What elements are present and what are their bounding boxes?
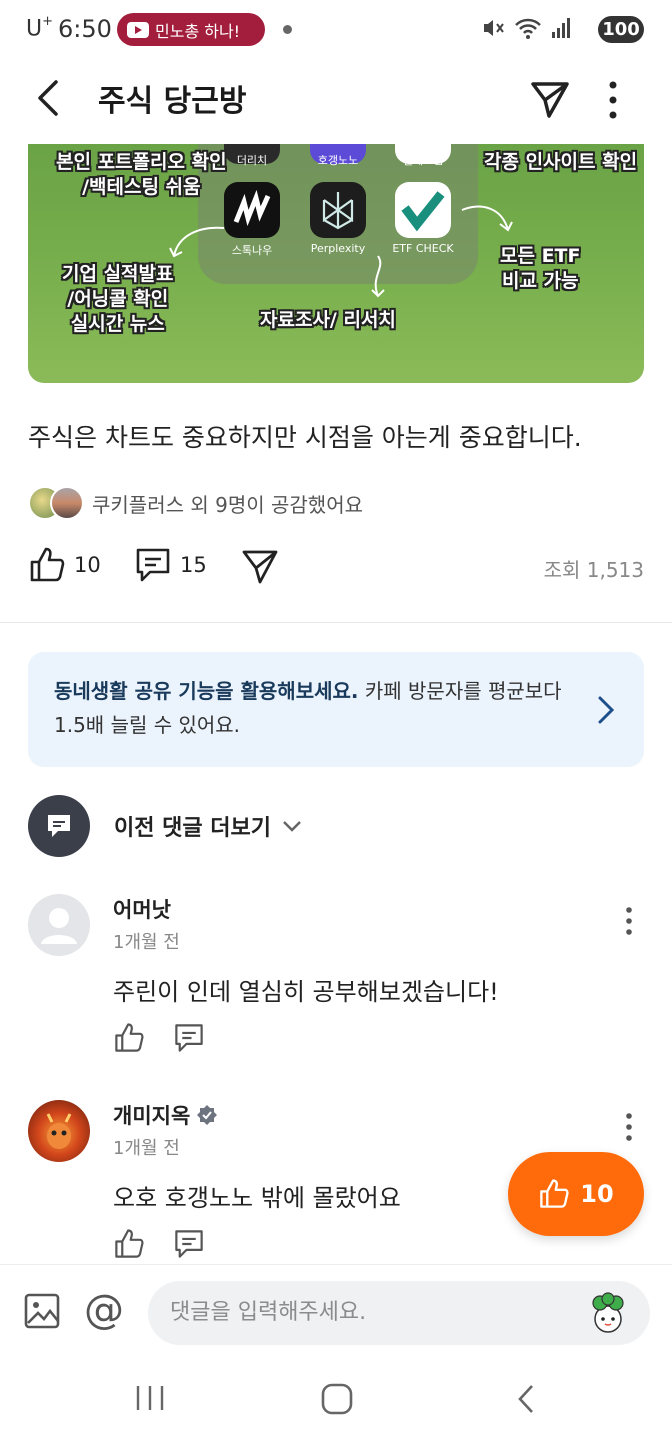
divider [0, 622, 672, 623]
avatar [50, 486, 84, 520]
thumbs-up-icon [540, 1179, 569, 1208]
chevron-down-icon [283, 821, 301, 832]
app-label: 텔레그램 [402, 154, 444, 167]
floating-like-button[interactable]: 10 [508, 1152, 644, 1236]
media-notification-pill[interactable]: 민노총 하나! [117, 13, 265, 46]
post-actions: 10 15 조회 1,513 [28, 546, 644, 590]
comment-body: 주린이 인데 열심히 공부해보겠습니다! [113, 978, 499, 1006]
etfcheck-logo-icon [401, 191, 445, 232]
post-body-text: 주식은 차트도 중요하지만 시점을 아는게 중요합니다. [28, 423, 582, 452]
app-label: 호갱노노 [317, 154, 359, 167]
youtube-icon [127, 21, 149, 38]
arrow-doodle-icon [461, 205, 513, 232]
more-vertical-icon[interactable] [598, 78, 628, 122]
wifi-icon [515, 18, 541, 39]
comment-count: 15 [180, 553, 207, 577]
media-notification-text: 민노총 하나! [155, 21, 241, 41]
comment-author[interactable]: 개미지옥 [113, 1100, 218, 1130]
mute-icon [484, 20, 504, 36]
comment-body: 오호 호갱노노 밖에 몰랐어요 [113, 1184, 401, 1212]
recent-apps-icon[interactable] [134, 1382, 166, 1414]
like-button[interactable]: 10 [28, 546, 101, 584]
carrier-label: U+ [26, 14, 54, 42]
caption-earnings: 기업 실적발표 /어닝콜 확인 실시간 뉴스 [62, 263, 174, 335]
send-icon[interactable] [527, 76, 573, 122]
perplexity-logo-icon [322, 192, 354, 230]
share-feature-banner[interactable]: 동네생활 공유 기능을 활용해보세요. 카페 방문자를 평균보다 1.5배 늘릴… [28, 652, 644, 767]
share-button[interactable] [240, 546, 280, 586]
app-icon-perplexity [310, 182, 366, 238]
load-previous-comments-button[interactable]: 이전 댓글 더보기 [28, 795, 303, 857]
thumbs-up-icon [30, 547, 65, 582]
thumbs-up-icon[interactable] [113, 1228, 145, 1260]
more-vertical-icon[interactable] [624, 1112, 634, 1142]
signal-icon [552, 18, 570, 38]
default-avatar-icon [41, 908, 77, 944]
comment-item: 어머낫 1개월 전 주린이 인데 열심히 공부해보겠습니다! [28, 894, 644, 1064]
floating-like-count: 10 [580, 1180, 614, 1208]
notification-dot-icon [283, 25, 292, 34]
comment-icon [136, 548, 170, 582]
caption-portfolio: 본인 포트폴리오 확인 /백테스팅 쉬움 [56, 151, 227, 198]
like-count: 10 [74, 553, 101, 577]
comment-time: 1개월 전 [113, 1138, 180, 1159]
avatar[interactable] [28, 894, 90, 956]
battery-indicator: 100 [598, 16, 644, 43]
stocknow-logo-icon [233, 189, 271, 227]
app-icon-stocknow [224, 182, 280, 238]
mention-button[interactable]: @ [84, 1287, 124, 1333]
sticker-icon[interactable] [586, 1291, 630, 1335]
arrow-doodle-icon [169, 226, 225, 258]
send-icon [242, 550, 278, 584]
verified-badge-icon [197, 1105, 218, 1125]
image-attach-icon[interactable] [24, 1293, 60, 1329]
post-image[interactable]: 더리치 호갱노노 텔레그램 스톡나우 Perplexity ETF CHECK … [28, 144, 644, 383]
back-icon[interactable] [30, 78, 70, 118]
clock: 6:50 [58, 15, 112, 43]
top-app-bar: 주식 당근방 [0, 60, 672, 144]
comment-composer: @ 댓글을 입력해주세요. [0, 1264, 672, 1360]
comment-input[interactable]: 댓글을 입력해주세요. [148, 1281, 650, 1345]
status-bar: U+ 6:50 민노총 하나! 100 [0, 0, 672, 60]
caption-research: 자료조사/ 리서치 [260, 309, 396, 331]
arrow-doodle-icon [371, 255, 385, 298]
system-back-icon[interactable] [512, 1382, 540, 1416]
comment-actions [113, 1022, 205, 1054]
comment-author[interactable]: 어머낫 [113, 894, 171, 924]
comment-time: 1개월 전 [113, 932, 180, 953]
system-navigation-bar [0, 1360, 672, 1440]
comment-actions [113, 1228, 205, 1260]
reply-icon[interactable] [173, 1228, 205, 1260]
app-icon-etfcheck [395, 182, 451, 238]
chevron-right-icon [598, 696, 615, 724]
view-count: 조회 1,513 [543, 558, 644, 582]
home-icon[interactable] [320, 1382, 354, 1416]
comment-button[interactable]: 15 [134, 546, 207, 584]
status-icons [482, 16, 572, 40]
reply-icon[interactable] [173, 1022, 205, 1054]
comment-bubble-icon [28, 795, 90, 857]
page-title: 주식 당근방 [98, 84, 247, 119]
load-previous-comments-label: 이전 댓글 더보기 [114, 816, 271, 841]
empathy-text: 쿠키플러스 외 9명이 공감했어요 [92, 492, 363, 517]
caption-insight: 각종 인사이트 확인 [484, 151, 638, 173]
banner-headline: 동네생활 공유 기능을 활용해보세요. [54, 679, 359, 703]
avatar[interactable] [28, 1100, 90, 1162]
more-vertical-icon[interactable] [624, 906, 634, 936]
empathy-summary[interactable]: 쿠키플러스 외 9명이 공감했어요 [28, 484, 363, 522]
fire-character-avatar-icon [46, 1113, 72, 1149]
caption-etf: 모든 ETF 비교 가능 [500, 245, 581, 292]
thumbs-up-icon[interactable] [113, 1022, 145, 1054]
